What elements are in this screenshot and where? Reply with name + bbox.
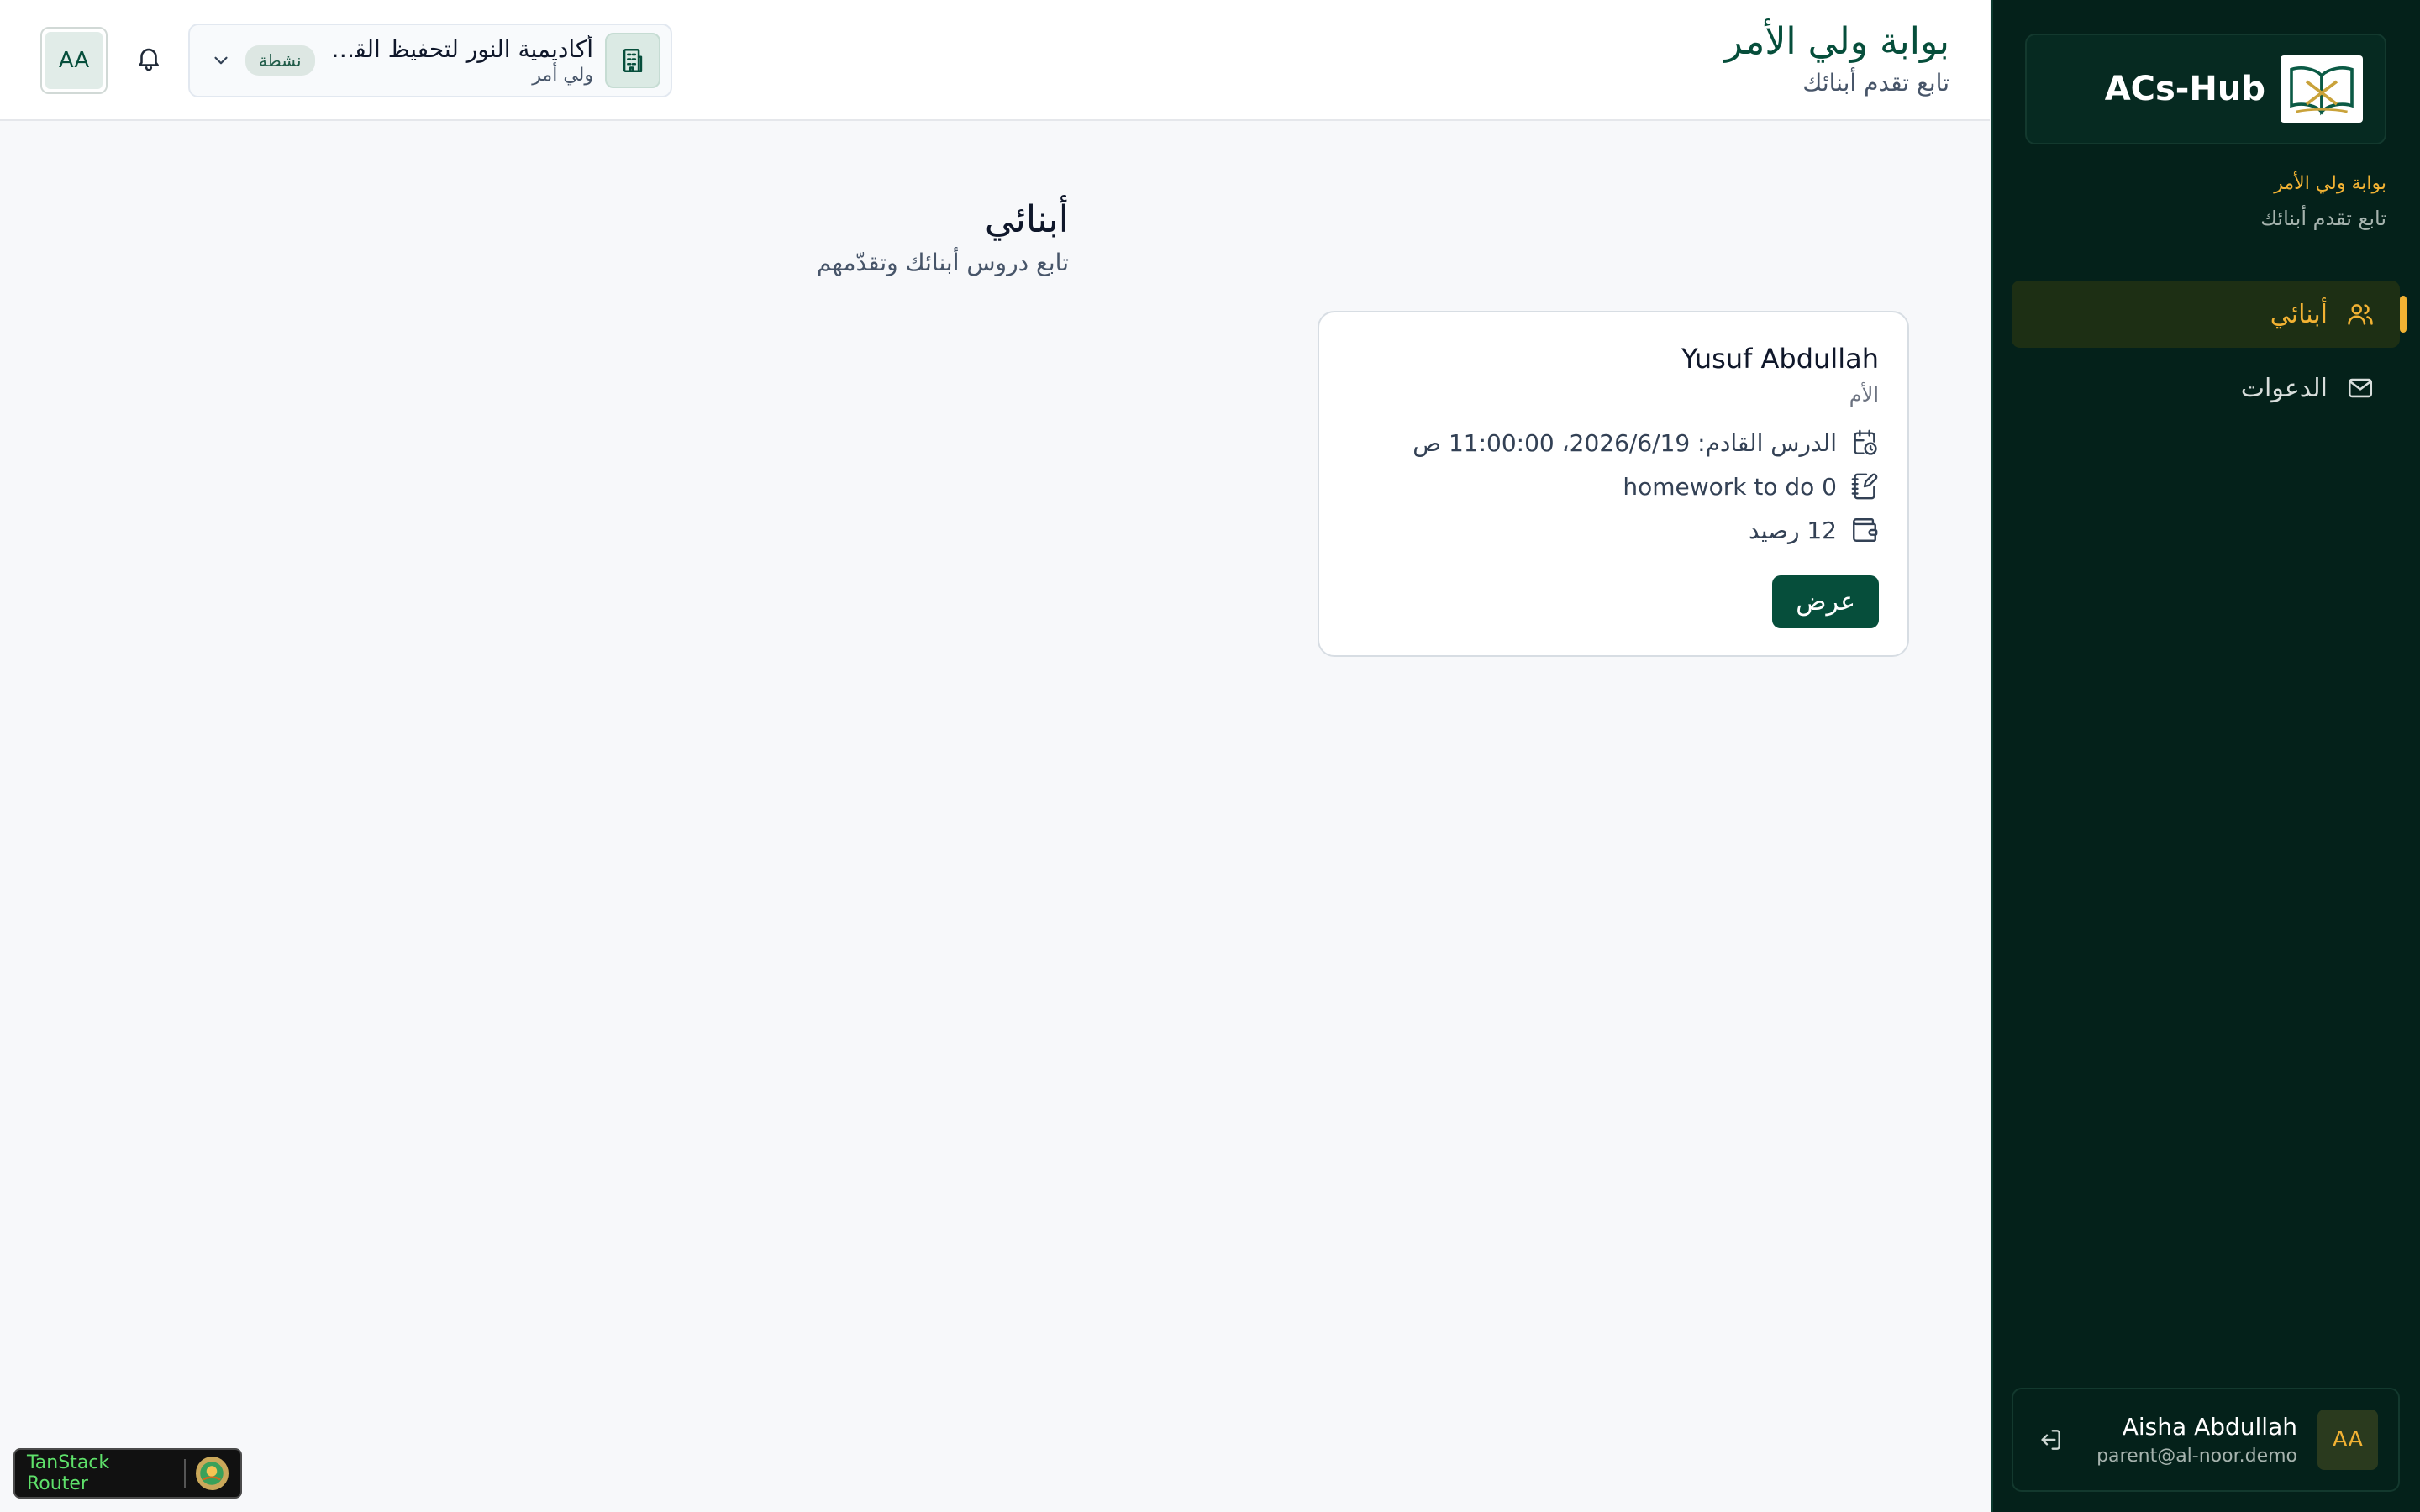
page-title: أبنائي (984, 198, 1069, 241)
homework-row: homework to do 0 (1348, 472, 1879, 501)
page-header-subtitle: تابع تقدم أبنائك (1802, 69, 1949, 97)
child-relation: الأم (1849, 383, 1879, 407)
page-subtitle: تابع دروس أبنائك وتقدّمهم (816, 249, 1069, 276)
devtools-label: TanStack Router (27, 1452, 110, 1494)
sidebar-portal-title: بوابة ولي الأمر (2274, 173, 2386, 194)
user-email: parent@al-noor.demo (2096, 1446, 2297, 1467)
mail-icon (2348, 378, 2373, 398)
top-header: بوابة ولي الأمر تابع تقدم أبنائك أكاديمي… (0, 0, 1990, 121)
users-icon (2348, 304, 2373, 325)
view-child-button[interactable]: عرض (1772, 575, 1879, 628)
child-card: Yusuf Abdullah الأم الدرس القادم: 2026/6… (1318, 311, 1909, 657)
logout-button[interactable] (2033, 1423, 2067, 1457)
page-header-title: بوابة ولي الأمر (1724, 20, 1949, 63)
user-profile: AA Aisha Abdullah parent@al-noor.demo (2012, 1388, 2400, 1492)
sidebar-item-children[interactable]: أبنائي (2012, 281, 2407, 348)
brand-name: ACs-Hub (2104, 70, 2265, 108)
logout-icon (2041, 1430, 2060, 1450)
next-lesson-text: الدرس القادم: 2026/6/19، 11:00:00 ص (1413, 428, 1837, 457)
next-lesson-row: الدرس القادم: 2026/6/19، 11:00:00 ص (1348, 428, 1879, 457)
user-avatar-button[interactable]: AA (40, 27, 108, 94)
sidebar-item-invitations[interactable]: الدعوات (2012, 354, 2400, 422)
notebook-pen-icon (1851, 473, 1878, 500)
chevron-down-icon (208, 48, 234, 73)
quran-logo-icon (2281, 55, 2363, 123)
building-icon (605, 33, 660, 88)
user-name: Aisha Abdullah (2122, 1413, 2297, 1441)
tanstack-logo-icon (195, 1457, 229, 1490)
tanstack-router-devtools-button[interactable]: TanStack Router (13, 1448, 242, 1499)
avatar: AA (2317, 1410, 2378, 1470)
avatar: AA (45, 32, 103, 89)
sidebar-item-label: الدعوات (2240, 373, 2328, 403)
homework-text: homework to do 0 (1623, 472, 1837, 501)
organization-name: أكاديمية النور لتحفيظ القرآن (326, 35, 593, 63)
calendar-clock-icon (1854, 429, 1877, 455)
brand-box[interactable]: ACs-Hub (2025, 34, 2386, 144)
organization-switcher[interactable]: أكاديمية النور لتحفيظ القرآن ولي أمر نشط… (188, 24, 672, 97)
wallet-icon (1853, 518, 1878, 542)
sidebar-item-label: أبنائي (2270, 299, 2328, 329)
organization-role: ولي أمر (532, 65, 593, 86)
divider (183, 1459, 186, 1488)
status-badge: نشطة (245, 45, 315, 76)
child-name: Yusuf Abdullah (1681, 343, 1879, 375)
sidebar: ACs-Hub بوابة ولي الأمر تابع تقدم أبنائك… (1991, 0, 2420, 1512)
balance-row: 12 رصيد (1348, 516, 1879, 544)
sidebar-portal-subtitle: تابع تقدم أبنائك (2260, 207, 2386, 230)
notifications-bell-icon[interactable] (134, 44, 163, 74)
balance-text: 12 رصيد (1749, 516, 1837, 544)
